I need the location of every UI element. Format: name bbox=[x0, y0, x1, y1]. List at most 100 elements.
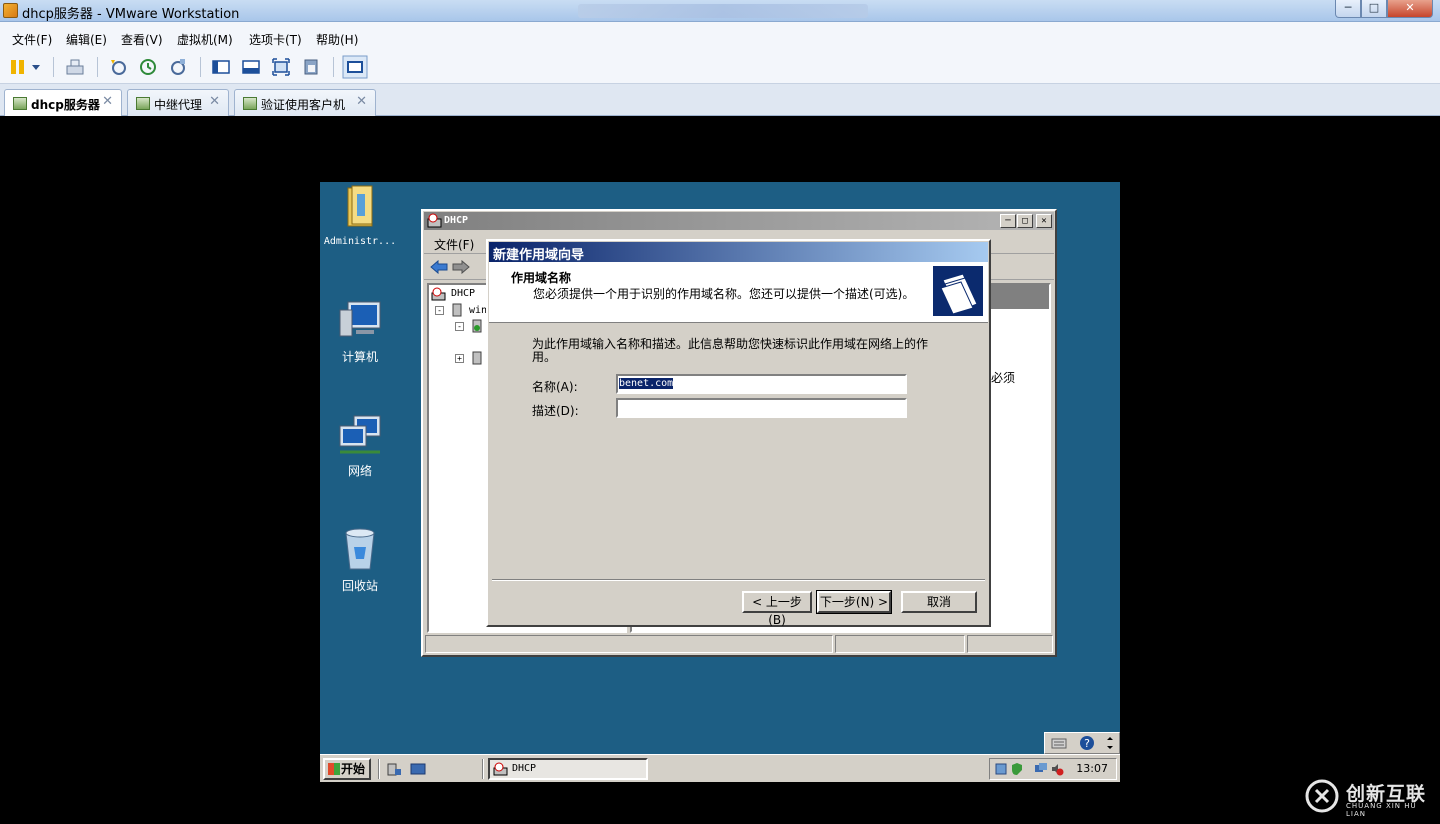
desktop-icon-network[interactable]: 网络 bbox=[320, 414, 400, 479]
tab-label: 中继代理 bbox=[154, 98, 203, 112]
view-console-icon[interactable] bbox=[241, 57, 261, 77]
host-titlebar: dhcp服务器 - VMware Workstation ─ □ ✕ bbox=[0, 0, 1440, 22]
wizard-title: 新建作用域向导 bbox=[493, 248, 585, 263]
console-view-icon[interactable] bbox=[342, 55, 368, 79]
watermark-subtext: CHUANG XIN HU LIAN bbox=[1346, 802, 1417, 818]
tab-label: dhcp服务器 bbox=[31, 98, 100, 112]
menu-edit[interactable]: 编辑(E) bbox=[66, 31, 107, 48]
snapshot-icon[interactable] bbox=[108, 57, 128, 77]
dhcp-icon bbox=[427, 213, 442, 228]
host-tabbar: dhcp服务器 ✕ 中继代理 ✕ 验证使用客户机 ✕ bbox=[0, 84, 1440, 117]
vm-tab-icon bbox=[136, 97, 150, 110]
menu-tabs[interactable]: 选项卡(T) bbox=[249, 31, 302, 48]
revert-snapshot-icon[interactable] bbox=[138, 57, 158, 77]
computer-icon bbox=[339, 301, 381, 337]
volume-muted-icon[interactable] bbox=[1050, 762, 1064, 776]
host-menubar: 文件(F) 编辑(E) 查看(V) 虚拟机(M) 选项卡(T) 帮助(H) bbox=[0, 22, 1440, 52]
host-toolbar bbox=[0, 52, 1440, 84]
security-shield-icon[interactable] bbox=[1010, 762, 1024, 776]
vm-tab-icon bbox=[243, 97, 257, 110]
menu-vm[interactable]: 虚拟机(M) bbox=[177, 31, 233, 48]
pause-icon[interactable] bbox=[8, 57, 28, 77]
tree-expand-icon[interactable]: + bbox=[455, 354, 464, 363]
server-tray-icon[interactable] bbox=[994, 762, 1008, 776]
view-sidebar-icon[interactable] bbox=[211, 57, 231, 77]
cancel-button[interactable]: 取消 bbox=[901, 591, 977, 613]
dhcp-icon bbox=[431, 287, 446, 301]
tree-node-server[interactable]: win bbox=[469, 305, 487, 316]
snapshot-manager-icon[interactable] bbox=[168, 57, 188, 77]
next-button[interactable]: 下一步(N) > bbox=[816, 590, 892, 614]
tab-dhcp-server[interactable]: dhcp服务器 ✕ bbox=[4, 89, 122, 117]
dhcp-icon bbox=[493, 762, 508, 776]
server-manager-icon[interactable] bbox=[386, 761, 402, 777]
menu-view[interactable]: 查看(V) bbox=[121, 31, 163, 48]
mmc-statusbar bbox=[425, 635, 1053, 653]
forward-arrow-icon[interactable] bbox=[452, 260, 470, 274]
wizard-subheading: 您必须提供一个用于识别的作用域名称。您还可以提供一个描述(可选)。 bbox=[533, 287, 915, 301]
guest-desktop[interactable]: Administr... 计算机 网络 回收站 DHCP ─ □ ✕ 文件(F) bbox=[320, 182, 1120, 782]
new-scope-wizard[interactable]: 新建作用域向导 作用域名称 您必须提供一个用于识别的作用域名称。您还可以提供一个… bbox=[486, 239, 991, 627]
mmc-maximize-button[interactable]: □ bbox=[1017, 214, 1033, 228]
notification-area-popup: ? bbox=[1044, 732, 1120, 754]
wizard-separator bbox=[492, 579, 985, 581]
close-tab-icon[interactable]: ✕ bbox=[356, 94, 367, 109]
description-label: 描述(D): bbox=[532, 404, 579, 418]
taskbar-dhcp-button[interactable]: DHCP bbox=[488, 758, 648, 780]
desktop-icon-recycle-bin[interactable]: 回收站 bbox=[320, 527, 400, 594]
mmc-title: DHCP bbox=[444, 215, 469, 226]
tree-collapse-icon[interactable]: - bbox=[435, 306, 444, 315]
svg-text:?: ? bbox=[1084, 737, 1090, 750]
vm-tab-icon bbox=[13, 97, 27, 110]
wizard-header: 作用域名称 您必须提供一个用于识别的作用域名称。您还可以提供一个描述(可选)。 bbox=[489, 262, 988, 323]
vmware-app-icon bbox=[3, 3, 18, 18]
fullscreen-icon[interactable] bbox=[271, 57, 291, 77]
scope-description-input[interactable] bbox=[616, 398, 907, 418]
menu-help[interactable]: 帮助(H) bbox=[316, 31, 358, 48]
tree-node-dhcp[interactable]: DHCP bbox=[451, 288, 475, 299]
windows-logo-icon bbox=[328, 763, 340, 775]
watermark: 创新互联 CHUANG XIN HU LIAN bbox=[1304, 778, 1434, 818]
mmc-close-button[interactable]: ✕ bbox=[1036, 214, 1052, 228]
send-keys-icon[interactable] bbox=[65, 57, 85, 77]
tab-relay-agent[interactable]: 中继代理 ✕ bbox=[127, 89, 229, 116]
wizard-heading: 作用域名称 bbox=[511, 271, 572, 285]
close-button[interactable]: ✕ bbox=[1387, 0, 1433, 18]
tree-collapse-icon[interactable]: - bbox=[455, 322, 464, 331]
mmc-menu-file[interactable]: 文件(F) bbox=[434, 236, 474, 253]
clock[interactable]: 13:07 bbox=[1076, 762, 1108, 775]
show-desktop-icon[interactable] bbox=[410, 762, 426, 776]
minimize-button[interactable]: ─ bbox=[1335, 0, 1361, 18]
maximize-button[interactable]: □ bbox=[1361, 0, 1387, 18]
tab-label: 验证使用客户机 bbox=[261, 98, 346, 112]
server-icon bbox=[452, 303, 462, 317]
start-button[interactable]: 开始 bbox=[323, 758, 371, 780]
wizard-titlebar[interactable]: 新建作用域向导 bbox=[489, 242, 988, 263]
host-window-title: dhcp服务器 - VMware Workstation bbox=[22, 7, 240, 22]
guest-taskbar: 开始 DHCP 13:07 bbox=[320, 754, 1120, 782]
folders-icon bbox=[933, 266, 983, 316]
network-icon bbox=[339, 415, 381, 454]
scope-name-input[interactable]: benet.com bbox=[616, 374, 907, 394]
chevron-down-icon[interactable] bbox=[30, 57, 42, 77]
more-options-icon[interactable] bbox=[1105, 736, 1115, 750]
tab-test-client[interactable]: 验证使用客户机 ✕ bbox=[234, 89, 376, 116]
unity-icon[interactable] bbox=[301, 57, 321, 77]
mmc-titlebar[interactable]: DHCP ─ □ ✕ bbox=[424, 212, 1054, 230]
keyboard-icon[interactable] bbox=[1051, 736, 1067, 750]
back-button[interactable]: < 上一步(B) bbox=[742, 591, 812, 627]
ipv4-scope-icon bbox=[472, 319, 482, 333]
menu-file[interactable]: 文件(F) bbox=[12, 31, 52, 48]
blurred-title-region bbox=[578, 4, 868, 18]
mmc-minimize-button[interactable]: ─ bbox=[1000, 214, 1016, 228]
network-tray-icon[interactable] bbox=[1034, 762, 1048, 776]
wizard-instructions: 为此作用域输入名称和描述。此信息帮助您快速标识此作用域在网络上的作用。 bbox=[532, 337, 929, 364]
system-tray: 13:07 bbox=[989, 758, 1117, 780]
desktop-icon-computer[interactable]: 计算机 bbox=[320, 300, 400, 365]
close-tab-icon[interactable]: ✕ bbox=[209, 94, 220, 109]
back-arrow-icon[interactable] bbox=[430, 260, 448, 274]
desktop-icon-administrator[interactable]: Administr... bbox=[320, 184, 400, 247]
close-tab-icon[interactable]: ✕ bbox=[102, 94, 113, 109]
watermark-logo-icon bbox=[1305, 779, 1339, 813]
help-icon[interactable]: ? bbox=[1079, 735, 1095, 751]
